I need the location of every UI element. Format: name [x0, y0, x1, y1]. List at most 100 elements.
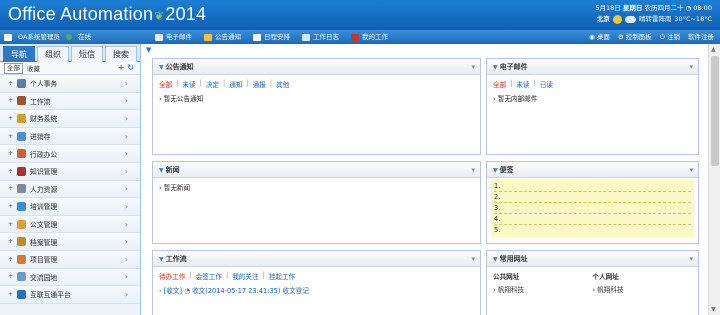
tab-organization[interactable]: 组织 — [37, 46, 69, 62]
memo-panel-header: ▼ 便签 ▾ — [487, 162, 698, 178]
register-link[interactable]: 软件注册 — [688, 30, 714, 44]
subtab-favorites[interactable]: 收藏 — [27, 63, 40, 73]
links-panel-title: 常用网址 — [499, 255, 528, 263]
personal-links: 个人网址 › 帆翔科技 — [593, 271, 693, 294]
personal-icon — [17, 78, 27, 88]
nav-label: 人力资源 — [30, 185, 58, 194]
memo-note[interactable]: 1. 2. 3. 4. 5. — [491, 180, 694, 237]
sidebar-subtabs: 全部 收藏 + ↻ — [0, 62, 140, 75]
link-label: 帆翔科技 — [497, 286, 525, 294]
scroll-down-icon[interactable]: ▼ — [711, 306, 716, 313]
nav-item-personal[interactable]: + 个人事务 › — [0, 75, 140, 93]
menu-notice[interactable]: 公告通知 — [204, 30, 241, 44]
news-panel-header: ▼ 新闻 ▾ — [153, 162, 480, 178]
filter-countersign[interactable]: 会签工作 — [196, 271, 222, 281]
menu-worklog[interactable]: 工作日志 — [302, 30, 339, 44]
filter-read[interactable]: 已读 — [540, 79, 553, 89]
filter-todo[interactable]: 待办工作 — [159, 271, 185, 281]
hr-icon — [17, 184, 27, 194]
workflow-panel: ▼ 工作流 ▾ 待办工作 | 会签工作 | 我的关注 | 挂起工作 › [收文] ◔ 收文… — [152, 250, 481, 315]
menu-email[interactable]: 电子邮件 — [155, 30, 192, 44]
refresh-icon[interactable]: ↻ — [127, 63, 134, 72]
sidebar: 导航 组织 短信 搜索 全部 收藏 + ↻ + 个人事务 › + 工作流 › + 财务系统… — [0, 44, 141, 315]
filter-unread[interactable]: 未读 — [182, 79, 195, 89]
vertical-scrollbar[interactable]: ▲ ▼ — [708, 44, 720, 315]
triangle-icon: ▼ — [159, 167, 164, 174]
menu-schedule[interactable]: 日程安排 — [253, 30, 290, 44]
filter-follow[interactable]: 我的关注 — [232, 271, 258, 281]
filter-notice[interactable]: 通知 — [229, 79, 242, 89]
collapse-icon[interactable]: ▼ — [146, 46, 151, 54]
org-name[interactable]: OA系统管理员 — [18, 30, 60, 44]
add-icon[interactable]: + — [118, 63, 125, 72]
empty-text: 暂无公告通知 — [163, 95, 204, 103]
nav-item-finance[interactable]: + 财务系统 › — [0, 110, 140, 128]
nav-item-documents[interactable]: + 公文管理 › — [0, 215, 140, 234]
logout-link[interactable]: ⏻ 注销 — [660, 30, 680, 44]
filter-all[interactable]: 全部 — [493, 79, 506, 89]
toolbar: OA系统管理员 在线 电子邮件 公告通知 日程安排 工作日志 我的工作 ◉ 桌面… — [0, 30, 720, 44]
project-icon — [17, 254, 27, 264]
nav-item-archive[interactable]: + 档案管理 › — [0, 233, 140, 251]
memo-line[interactable]: 2. — [494, 192, 691, 203]
scroll-thumb[interactable] — [711, 56, 719, 166]
top-menu: 电子邮件 公告通知 日程安排 工作日志 我的工作 — [155, 30, 388, 44]
memo-line[interactable]: 1. — [494, 181, 691, 192]
link-item[interactable]: › 帆翔科技 — [493, 284, 593, 294]
user-icon — [4, 33, 12, 41]
link-item[interactable]: › 帆翔科技 — [593, 284, 693, 294]
nav-item-knowledge[interactable]: + 知识管理 › — [0, 162, 140, 181]
nav-item-interconnect[interactable]: + 互联互通平台 › — [0, 286, 140, 304]
sun-icon — [612, 15, 622, 24]
filter-decision[interactable]: 决定 — [206, 79, 219, 89]
nav-item-hr[interactable]: + 人力资源 › — [0, 180, 140, 199]
filter-other[interactable]: 其他 — [276, 79, 289, 89]
weekday: 星期日 — [622, 4, 643, 12]
control-panel-link[interactable]: ⚙ 控制面板 — [618, 30, 652, 44]
subtab-all[interactable]: 全部 — [4, 62, 23, 74]
panel-menu-icon[interactable]: ▾ — [471, 251, 475, 267]
online-status[interactable]: 在线 — [78, 30, 91, 44]
nav-item-admin[interactable]: + 行政办公 › — [0, 145, 140, 163]
nav-expand-icon: + — [8, 79, 14, 87]
temperature: 30°C~18°C — [674, 15, 712, 23]
nav-item-training[interactable]: + 培训管理 › — [0, 198, 140, 216]
email-panel-header: ▼ 电子邮件 ▾ — [487, 59, 698, 75]
city[interactable]: 北京 — [597, 14, 610, 25]
tab-search[interactable]: 搜索 — [105, 46, 137, 62]
nav-label: 个人事务 — [30, 80, 58, 89]
tab-navigation[interactable]: 导航 — [3, 46, 35, 62]
filter-unread[interactable]: 未读 — [516, 79, 529, 89]
memo-line[interactable]: 4. — [494, 214, 691, 225]
panel-menu-icon[interactable]: ▾ — [689, 162, 693, 178]
panel-menu-icon[interactable]: ▾ — [689, 251, 693, 267]
community-icon — [17, 272, 27, 282]
panel-menu-icon[interactable]: ▾ — [471, 162, 475, 178]
panel-menu-icon[interactable]: ▾ — [689, 59, 693, 75]
filter-bulletin[interactable]: 通报 — [253, 79, 266, 89]
scroll-up-icon[interactable]: ▲ — [711, 46, 716, 53]
workflow-item[interactable]: › [收文] ◔ 收文(2014-05-17 23:41:35) 收文登记 — [159, 285, 474, 295]
logo-year: 2014 — [165, 4, 207, 24]
nav-expand-icon: + — [8, 255, 14, 263]
desktop-link[interactable]: ◉ 桌面 — [589, 30, 610, 44]
nav-label: 财务系统 — [30, 115, 58, 124]
storm-cloud-icon — [624, 16, 636, 23]
nav-expand-icon: + — [8, 220, 14, 228]
filter-all[interactable]: 全部 — [159, 79, 172, 89]
menu-mywork[interactable]: 我的工作 — [351, 30, 388, 44]
inventory-icon — [17, 131, 27, 141]
nav-item-workflow[interactable]: + 工作流 › — [0, 92, 140, 111]
megaphone-icon — [204, 33, 212, 41]
tab-sms[interactable]: 短信 — [71, 46, 103, 62]
nav-item-inventory[interactable]: + 进销存 › — [0, 127, 140, 146]
nav-item-community[interactable]: + 交流园地 › — [0, 268, 140, 287]
workflow-item-text: 收文(2014-05-17 23:41:35) — [192, 287, 281, 295]
nav-expand-icon: + — [8, 150, 14, 158]
panel-menu-icon[interactable]: ▾ — [471, 59, 475, 75]
filter-suspended[interactable]: 挂起工作 — [269, 271, 295, 281]
nav-item-project[interactable]: + 项目管理 › — [0, 250, 140, 269]
memo-line[interactable]: 3. — [494, 203, 691, 214]
memo-line[interactable]: 5. — [494, 225, 691, 236]
email-panel-title: 电子邮件 — [499, 63, 528, 71]
